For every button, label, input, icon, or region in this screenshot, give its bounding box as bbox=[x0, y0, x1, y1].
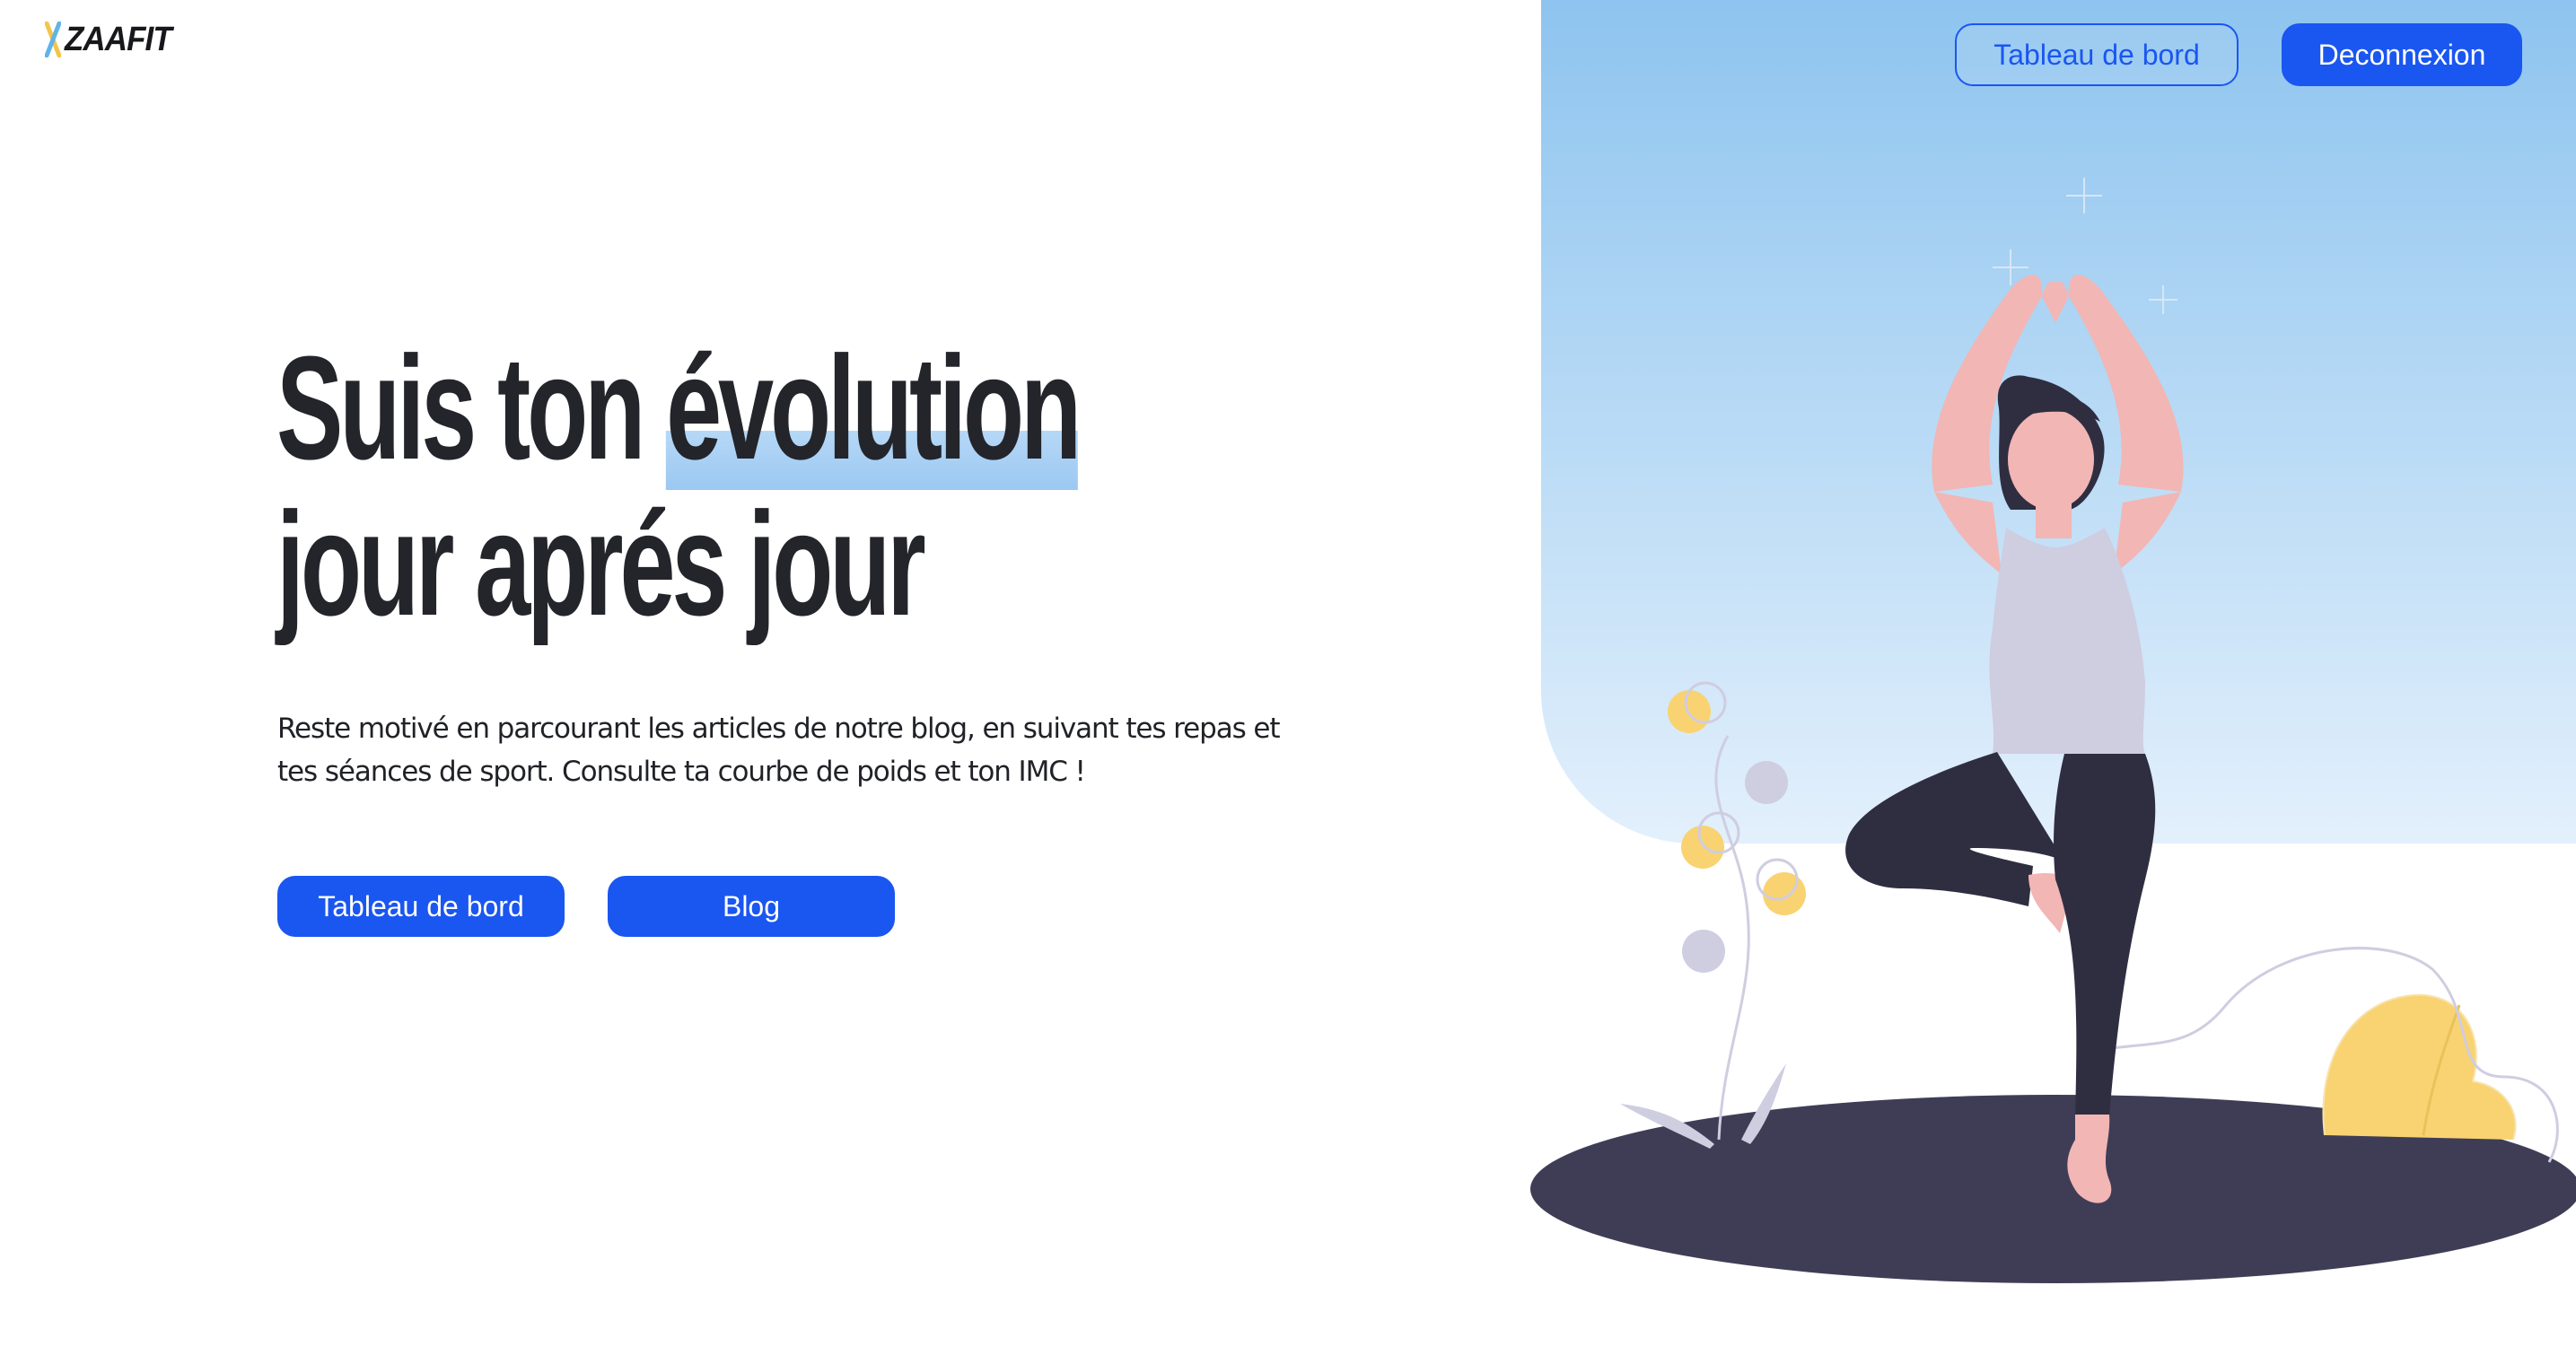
hero-description: Reste motivé en parcourant les articles … bbox=[277, 713, 1281, 788]
flower-dot bbox=[1745, 761, 1788, 804]
flower-dot bbox=[1682, 930, 1725, 973]
hero-title-line-2: jour aprés jour bbox=[276, 482, 926, 646]
hero-title-highlight: évolution bbox=[666, 326, 1082, 490]
logout-button[interactable]: Deconnexion bbox=[2282, 23, 2522, 86]
hero-title-prefix: Suis ton bbox=[276, 326, 667, 490]
flower-stem bbox=[1714, 735, 1750, 1141]
flower-dot bbox=[1681, 826, 1724, 869]
dumbbell-icon bbox=[45, 22, 61, 57]
brand-logo[interactable]: ZAAFIT bbox=[45, 20, 180, 59]
woman-face bbox=[2008, 409, 2094, 510]
woman-standing-leg bbox=[2054, 754, 2156, 1117]
cta-dashboard-button[interactable]: Tableau de bord bbox=[277, 876, 565, 937]
cta-blog-button[interactable]: Blog bbox=[608, 876, 895, 937]
flower-dot bbox=[1763, 872, 1806, 915]
top-nav: Tableau de bord Deconnexion bbox=[1955, 23, 2522, 86]
nav-dashboard-button[interactable]: Tableau de bord bbox=[1955, 23, 2239, 86]
yoga-illustration bbox=[1530, 178, 2576, 1283]
brand-name: ZAAFIT bbox=[65, 20, 172, 58]
hero-title: Suis ton évolution jour aprés jour bbox=[276, 326, 1082, 646]
hero-actions: Tableau de bord Blog bbox=[277, 876, 895, 937]
hero-title-line-1: Suis ton évolution bbox=[276, 326, 1082, 490]
plant-leaf bbox=[2323, 994, 2516, 1140]
